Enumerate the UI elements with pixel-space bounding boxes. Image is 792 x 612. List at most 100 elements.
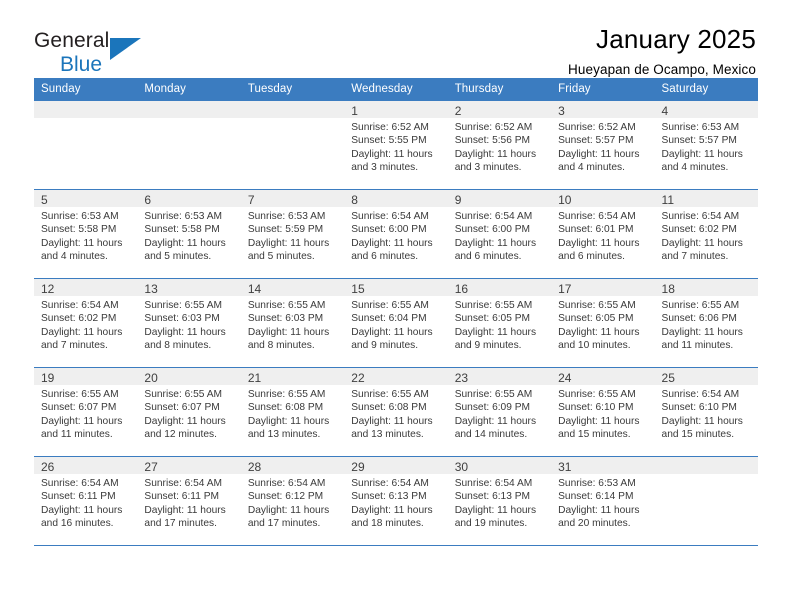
daylight-text-line2: and 13 minutes. bbox=[351, 428, 424, 440]
calendar-day-cell[interactable]: 5 Sunrise: 6:53 AM Sunset: 5:58 PM Daylight… bbox=[34, 189, 138, 279]
weekday-header-tuesday: Tuesday bbox=[240, 78, 345, 101]
calendar-day-cell[interactable]: 22 Sunrise: 6:55 AM Sunset: 6:08 PM Dayligh… bbox=[344, 367, 448, 457]
calendar-day-cell[interactable]: 6 Sunrise: 6:53 AM Sunset: 5:58 PM Daylight… bbox=[137, 189, 241, 279]
calendar-day-cell[interactable]: 2 Sunrise: 6:52 AM Sunset: 5:56 PM Daylight… bbox=[447, 101, 552, 190]
calendar-day-cell[interactable]: 1 Sunrise: 6:52 AM Sunset: 5:55 PM Daylight… bbox=[344, 101, 448, 190]
day-number: 16 bbox=[447, 279, 552, 296]
day-cell-body: 26 Sunrise: 6:54 AM Sunset: 6:11 PM Dayligh… bbox=[34, 457, 138, 545]
day-cell-body bbox=[240, 101, 345, 189]
day-number: 27 bbox=[137, 457, 241, 474]
day-details: Sunrise: 6:55 AM Sunset: 6:03 PM Daylight:… bbox=[241, 296, 344, 352]
calendar-day-cell[interactable]: 9 Sunrise: 6:54 AM Sunset: 6:00 PM Daylight… bbox=[447, 189, 552, 279]
calendar-day-cell[interactable]: 30 Sunrise: 6:54 AM Sunset: 6:13 PM Dayligh… bbox=[447, 456, 552, 546]
sunset-text: Sunset: 5:55 PM bbox=[351, 135, 427, 147]
daylight-text-line2: and 17 minutes. bbox=[144, 517, 217, 529]
calendar-day-cell[interactable]: 26 Sunrise: 6:54 AM Sunset: 6:11 PM Dayligh… bbox=[34, 456, 138, 546]
calendar-day-cell[interactable]: 23 Sunrise: 6:55 AM Sunset: 6:09 PM Dayligh… bbox=[447, 367, 552, 457]
sunrise-text: Sunrise: 6:52 AM bbox=[454, 122, 533, 133]
day-cell-body: 15 Sunrise: 6:55 AM Sunset: 6:04 PM Dayligh… bbox=[344, 279, 448, 367]
calendar-day-cell[interactable]: 27 Sunrise: 6:54 AM Sunset: 6:11 PM Dayligh… bbox=[137, 456, 241, 546]
day-number: 17 bbox=[551, 279, 655, 296]
daylight-text-line2: and 19 minutes. bbox=[454, 517, 528, 529]
daylight-text-line2: and 7 minutes. bbox=[661, 250, 729, 262]
daylight-text-line1: Daylight: 11 hours bbox=[41, 504, 123, 516]
day-details: Sunrise: 6:54 AM Sunset: 6:11 PM Daylight:… bbox=[137, 474, 240, 530]
calendar-day-cell[interactable]: 14 Sunrise: 6:55 AM Sunset: 6:03 PM Dayligh… bbox=[240, 278, 345, 368]
daylight-text-line1: Daylight: 11 hours bbox=[144, 504, 226, 516]
day-number: 9 bbox=[447, 190, 552, 207]
calendar-day-cell[interactable]: 16 Sunrise: 6:55 AM Sunset: 6:05 PM Dayligh… bbox=[447, 278, 552, 368]
calendar-day-cell[interactable]: 17 Sunrise: 6:55 AM Sunset: 6:05 PM Dayligh… bbox=[551, 278, 655, 368]
calendar-empty-cell bbox=[240, 101, 345, 190]
daylight-text-line1: Daylight: 11 hours bbox=[351, 415, 433, 427]
sunset-text: Sunset: 5:56 PM bbox=[454, 135, 531, 147]
day-cell-body: 28 Sunrise: 6:54 AM Sunset: 6:12 PM Dayligh… bbox=[240, 457, 345, 545]
day-cell-body: 4 Sunrise: 6:53 AM Sunset: 5:57 PM Daylight… bbox=[654, 101, 758, 189]
day-cell-body bbox=[654, 457, 758, 545]
daylight-text-line2: and 11 minutes. bbox=[661, 339, 734, 351]
day-cell-body: 12 Sunrise: 6:54 AM Sunset: 6:02 PM Dayligh… bbox=[34, 279, 138, 367]
day-details: Sunrise: 6:53 AM Sunset: 5:59 PM Daylight:… bbox=[241, 207, 344, 263]
calendar-week-row: 12 Sunrise: 6:54 AM Sunset: 6:02 PM Dayligh… bbox=[34, 278, 758, 368]
sunset-text: Sunset: 6:07 PM bbox=[144, 402, 220, 414]
brand-logo[interactable]: General Blue bbox=[34, 26, 214, 75]
sunrise-text: Sunrise: 6:54 AM bbox=[144, 478, 223, 489]
day-cell-body: 14 Sunrise: 6:55 AM Sunset: 6:03 PM Dayligh… bbox=[240, 279, 345, 367]
day-details: Sunrise: 6:53 AM Sunset: 5:58 PM Daylight:… bbox=[34, 207, 137, 263]
calendar-day-cell[interactable]: 19 Sunrise: 6:55 AM Sunset: 6:07 PM Dayligh… bbox=[34, 367, 138, 457]
day-details: Sunrise: 6:55 AM Sunset: 6:04 PM Daylight:… bbox=[344, 296, 447, 352]
calendar-day-cell[interactable]: 25 Sunrise: 6:54 AM Sunset: 6:10 PM Dayligh… bbox=[654, 367, 758, 457]
calendar-day-cell[interactable]: 31 Sunrise: 6:53 AM Sunset: 6:14 PM Dayligh… bbox=[551, 456, 655, 546]
day-cell-body: 31 Sunrise: 6:53 AM Sunset: 6:14 PM Dayligh… bbox=[551, 457, 655, 545]
day-number: 1 bbox=[344, 101, 448, 118]
calendar-day-cell[interactable]: 3 Sunrise: 6:52 AM Sunset: 5:57 PM Daylight… bbox=[551, 101, 655, 190]
sunrise-text: Sunrise: 6:54 AM bbox=[41, 478, 119, 489]
calendar-day-cell[interactable]: 28 Sunrise: 6:54 AM Sunset: 6:12 PM Dayligh… bbox=[240, 456, 345, 546]
sunset-text: Sunset: 6:07 PM bbox=[41, 402, 117, 414]
daylight-text-line2: and 7 minutes. bbox=[41, 339, 108, 351]
calendar-day-cell[interactable]: 15 Sunrise: 6:55 AM Sunset: 6:04 PM Dayligh… bbox=[344, 278, 448, 368]
calendar-day-cell[interactable]: 10 Sunrise: 6:54 AM Sunset: 6:01 PM Dayligh… bbox=[551, 189, 655, 279]
day-cell-body: 29 Sunrise: 6:54 AM Sunset: 6:13 PM Dayligh… bbox=[344, 457, 448, 545]
day-details: Sunrise: 6:53 AM Sunset: 5:57 PM Daylight:… bbox=[655, 118, 758, 174]
sunset-text: Sunset: 6:11 PM bbox=[41, 491, 116, 503]
sunrise-text: Sunrise: 6:53 AM bbox=[661, 122, 740, 133]
calendar-week-row: 1 Sunrise: 6:52 AM Sunset: 5:55 PM Daylight… bbox=[34, 101, 758, 190]
daylight-text-line1: Daylight: 11 hours bbox=[144, 326, 226, 338]
day-cell-body: 16 Sunrise: 6:55 AM Sunset: 6:05 PM Dayligh… bbox=[447, 279, 552, 367]
daylight-text-line1: Daylight: 11 hours bbox=[558, 237, 640, 249]
calendar-day-cell[interactable]: 29 Sunrise: 6:54 AM Sunset: 6:13 PM Dayligh… bbox=[344, 456, 448, 546]
day-number bbox=[654, 457, 758, 474]
sunset-text: Sunset: 6:00 PM bbox=[351, 224, 427, 236]
day-cell-body: 6 Sunrise: 6:53 AM Sunset: 5:58 PM Daylight… bbox=[137, 190, 241, 278]
sunset-text: Sunset: 6:02 PM bbox=[41, 313, 117, 325]
calendar-day-cell[interactable]: 20 Sunrise: 6:55 AM Sunset: 6:07 PM Dayligh… bbox=[137, 367, 241, 457]
daylight-text-line2: and 20 minutes. bbox=[558, 517, 631, 529]
calendar-day-cell[interactable]: 21 Sunrise: 6:55 AM Sunset: 6:08 PM Dayligh… bbox=[240, 367, 345, 457]
day-cell-body: 20 Sunrise: 6:55 AM Sunset: 6:07 PM Dayligh… bbox=[137, 368, 241, 456]
calendar-day-cell[interactable]: 7 Sunrise: 6:53 AM Sunset: 5:59 PM Daylight… bbox=[240, 189, 345, 279]
weekday-header-monday: Monday bbox=[137, 78, 241, 101]
day-details: Sunrise: 6:55 AM Sunset: 6:09 PM Daylight:… bbox=[448, 385, 551, 441]
day-number: 13 bbox=[137, 279, 241, 296]
calendar-day-cell[interactable]: 24 Sunrise: 6:55 AM Sunset: 6:10 PM Dayligh… bbox=[551, 367, 655, 457]
daylight-text-line1: Daylight: 11 hours bbox=[558, 326, 640, 338]
day-number bbox=[137, 101, 241, 118]
calendar-day-cell[interactable]: 4 Sunrise: 6:53 AM Sunset: 5:57 PM Daylight… bbox=[654, 101, 758, 190]
daylight-text-line2: and 4 minutes. bbox=[558, 161, 625, 173]
calendar-empty-cell bbox=[137, 101, 241, 190]
page-title: January 2025 bbox=[596, 24, 756, 54]
sunrise-text: Sunrise: 6:54 AM bbox=[351, 478, 429, 489]
calendar-day-cell[interactable]: 12 Sunrise: 6:54 AM Sunset: 6:02 PM Dayligh… bbox=[34, 278, 138, 368]
day-number bbox=[34, 101, 138, 118]
calendar-day-cell[interactable]: 11 Sunrise: 6:54 AM Sunset: 6:02 PM Dayligh… bbox=[654, 189, 758, 279]
daylight-text-line2: and 12 minutes. bbox=[144, 428, 217, 440]
daylight-text-line1: Daylight: 11 hours bbox=[351, 326, 433, 338]
daylight-text-line2: and 5 minutes. bbox=[247, 250, 315, 262]
calendar-day-cell[interactable]: 18 Sunrise: 6:55 AM Sunset: 6:06 PM Dayligh… bbox=[654, 278, 758, 368]
calendar-day-cell[interactable]: 13 Sunrise: 6:55 AM Sunset: 6:03 PM Dayligh… bbox=[137, 278, 241, 368]
sunset-text: Sunset: 6:03 PM bbox=[144, 313, 220, 325]
day-details: Sunrise: 6:54 AM Sunset: 6:11 PM Daylight:… bbox=[34, 474, 137, 530]
daylight-text-line2: and 6 minutes. bbox=[454, 250, 522, 262]
calendar-day-cell[interactable]: 8 Sunrise: 6:54 AM Sunset: 6:00 PM Daylight… bbox=[344, 189, 448, 279]
